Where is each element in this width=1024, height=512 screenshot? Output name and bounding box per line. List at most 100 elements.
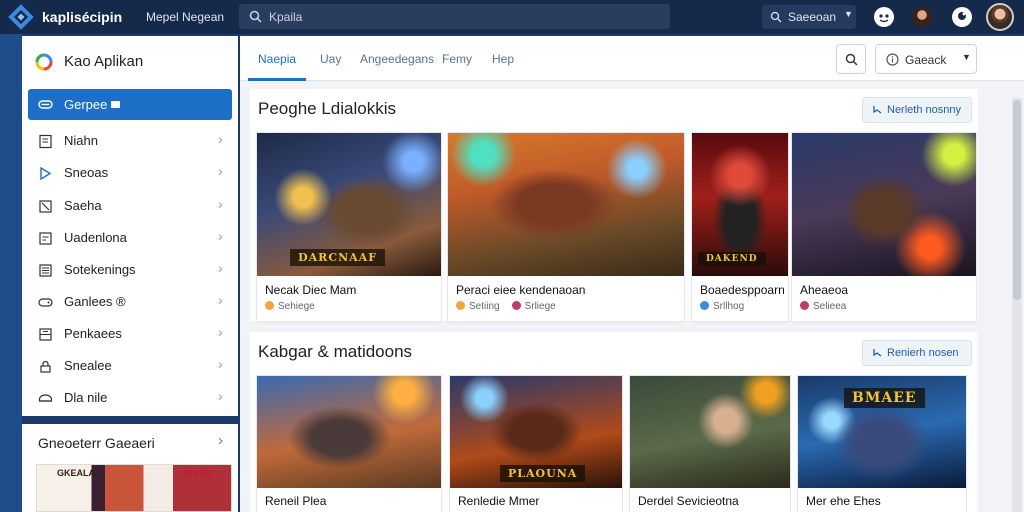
game-card[interactable]: Peraci eiee kendenaoan Setiing Srliege [448,133,684,321]
info-circle-icon [886,53,899,66]
tab-0[interactable]: Naepia [258,52,296,66]
video-badge-icon [111,101,121,108]
sidebar-item[interactable]: Uadenlona › [28,224,232,252]
game-artwork [257,376,441,488]
chevron-right-icon: › [218,356,223,372]
section-1: Peoghe Ldialokkis Nerleth nosnny DARCNAA… [250,89,978,321]
game-meta: Selieea [813,301,847,312]
game-card[interactable]: Reneil Plea [257,376,441,512]
game-title: Peraci eiee kendenaoan [456,283,586,297]
sidebar-title: Kao Aplikan [64,53,144,70]
game-artwork [792,133,976,276]
game-card[interactable]: DAKEND Boaedesppoarn Srllhog [692,133,788,321]
sidebar-item[interactable]: Sotekenings › [28,256,232,284]
tab-4[interactable]: Hep [492,52,514,66]
search-button[interactable] [836,44,866,74]
refresh-button-label: Renierh nosen [887,347,959,359]
account-dropdown[interactable]: Saeeoan ▼ [762,5,856,29]
sidebar-item[interactable]: Sneoas › [28,159,232,187]
top-bar: kaplisécipin Mepel Negean Saeeoan ▼ [0,0,1024,34]
game-art-title: BMAEE [844,388,925,408]
sidebar-item-label: Saeha [64,198,102,213]
sidebar-item-label: Sneoas [64,165,109,180]
left-strip [0,34,22,512]
sidebar-item[interactable]: Niahn › [28,127,232,155]
chevron-right-icon[interactable]: › [218,432,223,449]
app-brand[interactable]: kaplisécipin [42,9,122,25]
chevron-down-icon: ▼ [844,9,853,19]
game-title: Mer ehe Ehes [806,494,881,508]
sidebar-item[interactable]: Dla nile › [28,384,232,412]
sidebar-item-label: Dla nile [64,390,108,405]
global-search-input[interactable] [269,7,659,26]
game-card[interactable]: PLAOUNA Renledie Mmer [450,376,622,512]
game-title: Necak Diec Mam [265,283,357,297]
sidebar-section-title[interactable]: Gneoeterr Gaeaeri [38,435,155,451]
sidebar-item[interactable]: Ganlees ® › [28,288,232,316]
filter-dropdown[interactable]: Gaeack ▼ [875,44,977,74]
scrollbar-thumb[interactable] [1013,100,1021,300]
genre-icon [511,301,521,310]
user-icon[interactable] [912,7,932,27]
section-title: Kabgar & matidoons [258,342,413,361]
game-card[interactable]: Aheaeoa Selieea [792,133,976,321]
game-card[interactable]: BMAEE Mer ehe Ehes [798,376,966,512]
game-meta: Sehiege [278,301,315,312]
refresh-icon [873,106,882,114]
messages-icon[interactable] [952,7,972,27]
game-artwork: PLAOUNA [450,376,622,488]
thumbnail-caption: RVSS [185,469,213,480]
doc-lines-icon [39,264,52,277]
rating-icon [800,301,809,310]
chevron-right-icon: › [218,131,223,147]
play-icon [40,166,52,181]
avatar[interactable] [986,3,1014,31]
chevron-right-icon: › [218,324,223,340]
app-logo-icon[interactable] [8,4,34,30]
lock-icon [40,360,51,373]
tab-2[interactable]: Angeedegans [360,52,434,66]
tab-3[interactable]: Femy [442,52,472,66]
chevron-right-icon: › [218,228,223,244]
chevron-right-icon: › [218,260,223,276]
game-meta: Srllhog [713,301,745,312]
game-meta: Srliege [524,301,556,312]
search-icon [845,53,858,66]
chevron-right-icon: › [218,163,223,179]
grid-icon [39,328,52,341]
game-art-title: DARCNAAF [290,249,386,266]
game-card[interactable]: DARCNAAF Necak Diec Mam Sehiege [257,133,441,321]
tab-1[interactable]: Uay [320,52,341,66]
rating-icon [456,301,465,310]
game-card[interactable]: Derdel Sevicieotna [630,376,790,512]
sidebar-item[interactable]: Saeha › [28,192,232,220]
sidebar: Kao Aplikan Gerpee Niahn › Sneoas › Saeh… [22,36,238,416]
tab-bar: Naepia Uay Angeedegans Femy Hep Gaeack ▼ [240,36,1024,81]
game-title: Boaedesppoarn [700,283,785,297]
refresh-button[interactable]: Nerleth nosnny [862,97,972,123]
game-title: Derdel Sevicieotna [638,494,739,508]
sidebar-item-games[interactable]: Gerpee [28,89,232,120]
list-icon [39,232,52,245]
sidebar-item[interactable]: Penkaees › [28,320,232,348]
refresh-button[interactable]: Renierh nosen [862,340,972,366]
sidebar-section-panel: Gneoeterr Gaeaeri › GKEALA RVSS [22,424,238,512]
car-icon [38,394,53,402]
filter-dropdown-label: Gaeack [905,53,947,67]
top-nav-link[interactable]: Mepel Negean [146,10,224,24]
edit-icon [39,200,52,213]
refresh-button-label: Nerleth nosnny [887,104,961,116]
rating-icon [265,301,274,310]
global-search[interactable] [239,4,670,29]
sidebar-section-thumbnails[interactable]: GKEALA RVSS [36,464,232,512]
game-title: Reneil Plea [265,494,327,508]
game-artwork [630,376,790,488]
sidebar-item[interactable]: Snealee › [28,352,232,380]
chevron-right-icon: › [218,292,223,308]
game-art-title: DAKEND [698,252,766,266]
active-tab-indicator [248,78,306,81]
chevron-right-icon: › [218,388,223,404]
notification-icon[interactable] [874,7,894,27]
search-icon [249,10,262,23]
chevron-down-icon: ▼ [962,52,971,62]
